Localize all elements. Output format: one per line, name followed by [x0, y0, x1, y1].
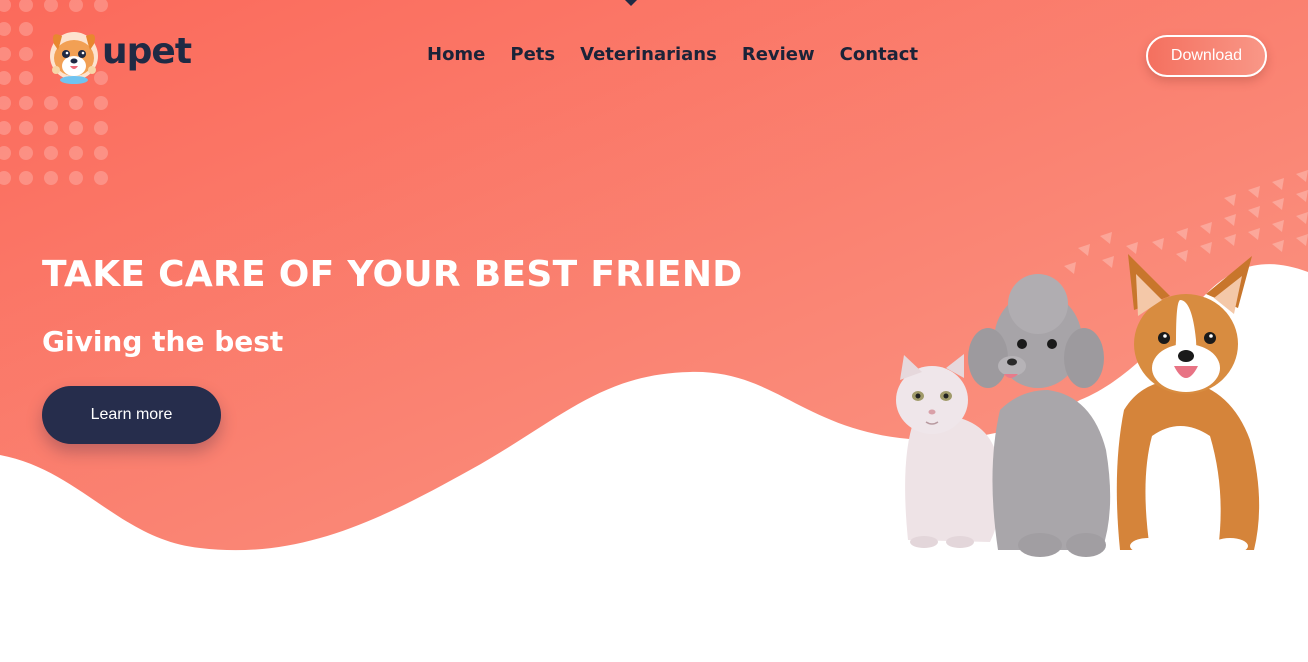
nav-item-pets[interactable]: Pets: [510, 44, 555, 65]
site-logo[interactable]: upet: [46, 26, 192, 84]
download-button[interactable]: Download: [1146, 35, 1267, 77]
brand-name: upet: [102, 31, 192, 72]
learn-more-button[interactable]: Learn more: [42, 386, 221, 444]
hero-subheadline: Giving the best: [42, 325, 284, 358]
cat-poodle-corgi-photo: [896, 254, 1260, 557]
nav-item-contact[interactable]: Contact: [840, 44, 918, 65]
nav-item-review[interactable]: Review: [742, 44, 815, 65]
site-header: upet Home Pets Veterinarians Review Cont…: [0, 0, 1308, 110]
nav-item-home[interactable]: Home: [427, 44, 485, 65]
main-nav: Home Pets Veterinarians Review Contact: [427, 44, 918, 65]
nav-item-veterinarians[interactable]: Veterinarians: [580, 44, 717, 65]
dog-mascot-icon: [50, 32, 98, 84]
corgi-figure: [1116, 254, 1260, 554]
hero-headline: TAKE CARE OF YOUR BEST FRIEND: [42, 254, 743, 295]
